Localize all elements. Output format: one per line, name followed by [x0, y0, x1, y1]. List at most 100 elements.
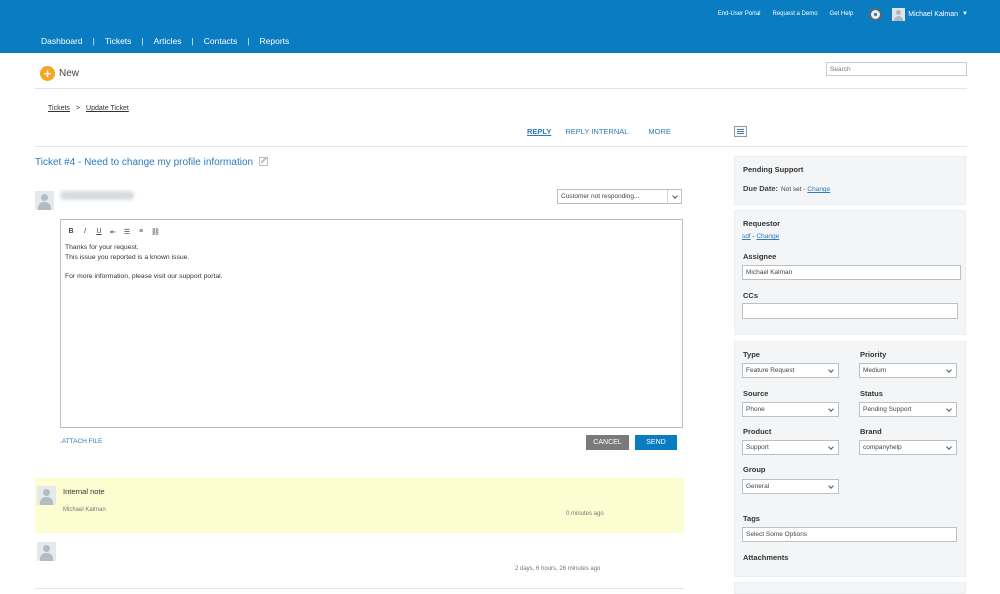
top-bar: End-User Portal Request a Demo Get Help …: [0, 0, 1000, 53]
chevron-down-icon: [667, 190, 681, 203]
reply-tabs: REPLY REPLY INTERNAL MORE: [527, 127, 685, 136]
internal-note: [35, 478, 684, 533]
nav-dashboard[interactable]: Dashboard: [41, 36, 83, 46]
priority-select[interactable]: Medium: [859, 363, 957, 378]
status-field-select[interactable]: Pending Support: [859, 402, 957, 417]
nav-separator: |: [247, 36, 250, 46]
tags-field[interactable]: Select Some Options: [742, 527, 957, 542]
send-button[interactable]: SEND: [635, 435, 677, 450]
editor-body[interactable]: Thanks for your request. This issue you …: [65, 243, 223, 281]
link-icon[interactable]: ⛓: [151, 228, 160, 236]
due-date-change-link[interactable]: Change: [807, 186, 830, 193]
status-label: Status: [860, 389, 883, 398]
chevron-down-icon: [824, 441, 838, 454]
assignee-value: Michael Kalman: [746, 269, 793, 276]
search-input[interactable]: [826, 62, 967, 76]
nav-tickets[interactable]: Tickets: [105, 36, 132, 46]
attach-file-link[interactable]: .ATTACH FILE: [60, 438, 102, 445]
status-select[interactable]: Customer not responding...: [557, 189, 682, 204]
nav-separator: |: [92, 36, 95, 46]
user-menu-caret-icon[interactable]: ▼: [962, 11, 968, 17]
requestor-row: sdf - Change: [742, 233, 779, 240]
breadcrumb-tickets[interactable]: Tickets: [48, 105, 70, 112]
source-select[interactable]: Phone: [742, 402, 839, 417]
note-title: Internal note: [63, 487, 105, 496]
priority-label: Priority: [860, 350, 887, 359]
chevron-down-icon: [942, 403, 956, 416]
attachments-label: Attachments: [743, 553, 789, 562]
avatar: [35, 191, 54, 210]
nav-contacts[interactable]: Contacts: [204, 36, 238, 46]
avatar: [37, 486, 56, 505]
cancel-button[interactable]: CANCEL: [586, 435, 629, 450]
requestor-change-link[interactable]: Change: [756, 233, 779, 240]
user-avatar[interactable]: [892, 7, 906, 21]
requestor-link[interactable]: sdf: [742, 233, 751, 240]
breadcrumb-separator: >: [75, 105, 81, 112]
get-help-link[interactable]: Get Help: [830, 11, 854, 17]
lifebuoy-icon[interactable]: [869, 7, 883, 21]
note-author: Michael Kalman: [63, 507, 106, 513]
editor-line: For more information, please visit our s…: [65, 272, 223, 280]
divider: [35, 88, 967, 89]
status-select-value: Customer not responding...: [561, 193, 640, 200]
source-value: Phone: [746, 406, 765, 413]
list-view-icon[interactable]: [734, 126, 747, 137]
product-label: Product: [743, 427, 772, 436]
user-name[interactable]: Michael Kalman: [908, 11, 958, 18]
plus-circle-icon: +: [40, 66, 55, 81]
reply-editor[interactable]: B I U ⇤ ☰ ≡ ⛓ Thanks for your request. T…: [60, 219, 683, 428]
editor-line: Thanks for your request.: [65, 244, 139, 251]
chevron-down-icon: [824, 403, 838, 416]
source-label: Source: [743, 389, 769, 398]
type-value: Feature Request: [746, 367, 795, 374]
underline-icon[interactable]: U: [95, 228, 103, 236]
indent-icon[interactable]: ⇤: [109, 228, 117, 236]
product-select[interactable]: Support: [742, 440, 839, 455]
divider: [35, 588, 684, 589]
brand-value: companyhelp: [863, 444, 902, 451]
tab-reply[interactable]: REPLY: [527, 127, 551, 136]
divider: [35, 146, 967, 147]
assignee-field[interactable]: Michael Kalman: [742, 265, 961, 280]
group-select[interactable]: General: [742, 479, 839, 494]
chevron-down-icon: [824, 364, 838, 377]
bold-icon[interactable]: B: [67, 228, 75, 236]
ticket-status: Pending Support: [743, 165, 804, 174]
tags-label: Tags: [743, 514, 760, 523]
breadcrumb-update-ticket[interactable]: Update Ticket: [86, 105, 129, 112]
assignee-label: Assignee: [743, 252, 777, 261]
type-label: Type: [743, 350, 760, 359]
unordered-list-icon[interactable]: ≡: [137, 228, 145, 236]
note-timestamp: 0 minutes ago: [566, 511, 604, 517]
due-date-label: Due Date:: [743, 184, 779, 193]
nav-separator: |: [141, 36, 144, 46]
top-links: End-User Portal Request a Demo Get Help …: [718, 0, 1000, 28]
italic-icon[interactable]: I: [81, 228, 89, 236]
edit-icon[interactable]: [259, 157, 268, 166]
type-select[interactable]: Feature Request: [742, 363, 839, 378]
nav-articles[interactable]: Articles: [154, 36, 182, 46]
group-label: Group: [743, 465, 766, 474]
group-value: General: [746, 483, 770, 490]
new-button[interactable]: + New: [40, 66, 79, 81]
note-timestamp: 2 days, 6 hours, 26 minutes ago: [515, 566, 601, 572]
ticket-title: Ticket #4 - Need to change my profile in…: [35, 157, 254, 168]
nav-reports[interactable]: Reports: [260, 36, 290, 46]
ccs-field[interactable]: [742, 303, 958, 319]
main-nav: Dashboard | Tickets | Articles | Contact…: [41, 36, 289, 46]
chevron-down-icon: [942, 364, 956, 377]
end-user-portal-link[interactable]: End-User Portal: [718, 11, 761, 17]
breadcrumb: Tickets > Update Ticket: [48, 105, 129, 112]
ordered-list-icon[interactable]: ☰: [123, 228, 131, 236]
requester-name-redacted: [60, 191, 134, 200]
tab-more[interactable]: MORE: [648, 127, 671, 136]
tab-reply-internal[interactable]: REPLY INTERNAL: [565, 127, 628, 136]
brand-select[interactable]: companyhelp: [859, 440, 957, 455]
tags-placeholder: Select Some Options: [746, 531, 808, 538]
request-demo-link[interactable]: Request a Demo: [773, 11, 818, 17]
new-label: New: [59, 68, 80, 79]
editor-toolbar: B I U ⇤ ☰ ≡ ⛓: [67, 228, 159, 236]
due-date-value: Not set: [781, 186, 802, 193]
